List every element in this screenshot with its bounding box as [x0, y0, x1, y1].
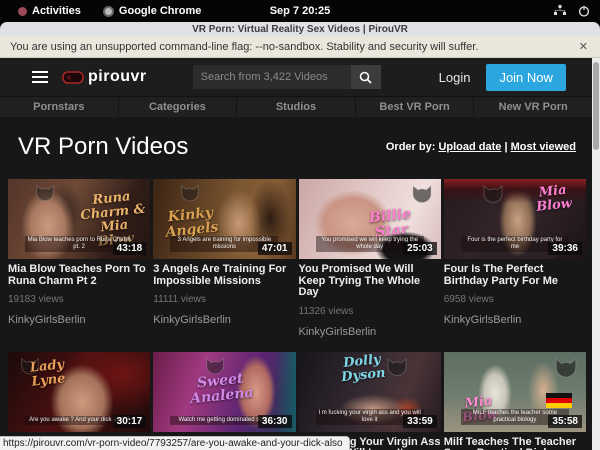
login-link[interactable]: Login — [439, 70, 471, 85]
duration-badge: 36:30 — [258, 415, 292, 428]
page-title: VR Porn Videos — [18, 133, 188, 161]
video-thumbnail[interactable]: Mia Blow Four is the perfect birthday pa… — [444, 179, 586, 259]
nav-item-studios[interactable]: Studios — [237, 97, 356, 117]
nav-item-new-vr-porn[interactable]: New VR Porn — [474, 97, 592, 117]
duration-badge: 47:01 — [258, 242, 292, 255]
activities-button[interactable]: Activities — [10, 0, 89, 22]
desktop: Activities Google Chrome Sep 7 20:25 VR … — [0, 0, 600, 450]
video-thumbnail[interactable]: Runa Charm & Mia Blow Mia Blow teaches p… — [8, 179, 150, 259]
warning-text: You are using an unsupported command-lin… — [10, 41, 478, 53]
status-url-bubble: https://pirouvr.com/vr-porn-video/779325… — [0, 436, 350, 450]
duration-badge: 30:17 — [113, 415, 147, 428]
duration-badge: 43:18 — [113, 242, 147, 255]
warning-infobar: You are using an unsupported command-lin… — [0, 36, 600, 58]
join-now-button[interactable]: Join Now — [486, 64, 565, 91]
duration-badge: 25:03 — [403, 242, 437, 255]
logo-text: pirouvr — [88, 68, 147, 86]
thumbnail-model-name: Lady Lyne — [17, 356, 79, 390]
video-title[interactable]: Four Is The Perfect Birthday Party For M… — [444, 264, 586, 287]
search-bar — [193, 65, 381, 89]
video-card: Mia Blow Four is the perfect birthday pa… — [444, 179, 586, 338]
order-by: Order by: Upload date | Most viewed — [386, 141, 576, 153]
cat-logo-icon — [410, 183, 434, 207]
video-thumbnail[interactable]: Sweet Analena Watch me getting dominated… — [153, 352, 295, 432]
view-count: 19183 views — [8, 294, 150, 305]
search-icon — [359, 71, 372, 84]
order-upload-date-link[interactable]: Upload date — [438, 141, 501, 153]
system-top-bar: Activities Google Chrome Sep 7 20:25 — [0, 0, 600, 22]
duration-badge: 33:59 — [403, 415, 437, 428]
thumbnail-model-name: Dolly Dyson — [328, 352, 396, 387]
duration-badge: 39:36 — [548, 242, 582, 255]
chrome-icon — [103, 6, 114, 17]
tab-title: VR Porn: Virtual Reality Sex Videos | Pi… — [192, 24, 408, 35]
studio-link[interactable]: KinkyGirlsBerlin — [299, 326, 441, 338]
cat-logo-icon — [481, 183, 505, 207]
studio-link[interactable]: KinkyGirlsBerlin — [153, 314, 295, 326]
cat-logo-icon — [179, 183, 201, 205]
video-card: Runa Charm & Mia Blow Mia Blow teaches p… — [8, 179, 150, 338]
thumbnail-model-name: Sweet Analena — [186, 370, 257, 407]
video-card: Mia Blow MILF teaches the teacher some p… — [444, 352, 586, 450]
main-nav: Pornstars Categories Studios Best VR Por… — [0, 96, 592, 117]
video-title[interactable]: 3 Angels Are Training For Impossible Mis… — [153, 264, 295, 287]
app-menu-button[interactable]: Google Chrome — [95, 0, 210, 22]
view-count: 6958 views — [444, 294, 586, 305]
web-content: pirouvr Login Join Now Pornstars Categor… — [0, 58, 592, 450]
video-grid: Runa Charm & Mia Blow Mia Blow teaches p… — [0, 161, 592, 450]
order-separator: | — [504, 141, 507, 153]
video-card: Kinky Angels 3 Angels are training for i… — [153, 179, 295, 338]
hamburger-menu-icon[interactable] — [32, 68, 48, 86]
app-name-label: Google Chrome — [119, 5, 202, 17]
studio-link[interactable]: KinkyGirlsBerlin — [8, 314, 150, 326]
nav-item-best-vr-porn[interactable]: Best VR Porn — [356, 97, 475, 117]
nav-item-categories[interactable]: Categories — [119, 97, 238, 117]
thumbnail-model-name: Mia Blow — [524, 182, 584, 216]
site-logo[interactable]: pirouvr — [62, 68, 147, 86]
distro-icon — [18, 7, 27, 16]
browser-titlebar[interactable]: VR Porn: Virtual Reality Sex Videos | Pi… — [0, 22, 600, 36]
studio-link[interactable]: KinkyGirlsBerlin — [444, 314, 586, 326]
cat-logo-icon — [34, 183, 56, 205]
video-card: Billie Star You promised we will keep tr… — [299, 179, 441, 338]
search-input[interactable] — [193, 65, 351, 89]
video-title[interactable]: Milf Teaches The Teacher Some Practical … — [444, 437, 586, 450]
order-by-label: Order by: — [386, 141, 436, 153]
video-thumbnail[interactable]: Kinky Angels 3 Angels are training for i… — [153, 179, 295, 259]
german-flag — [546, 393, 572, 408]
network-icon[interactable] — [554, 5, 566, 17]
video-thumbnail[interactable]: Lady Lyne Are you awake ? And your dick … — [8, 352, 150, 432]
close-icon[interactable]: ✕ — [579, 40, 588, 53]
page-heading-row: VR Porn Videos Order by: Upload date | M… — [0, 117, 592, 161]
duration-badge: 35:58 — [548, 415, 582, 428]
nav-item-pornstars[interactable]: Pornstars — [0, 97, 119, 117]
video-title[interactable]: Mia Blow Teaches Porn To Runa Charm Pt 2 — [8, 264, 150, 287]
vertical-scrollbar[interactable] — [592, 58, 600, 450]
site-header: pirouvr Login Join Now — [0, 58, 592, 96]
activities-label: Activities — [32, 5, 81, 17]
view-count: 11111 views — [153, 294, 295, 305]
vr-headset-icon — [62, 71, 84, 84]
view-count: 11326 views — [299, 306, 441, 317]
video-thumbnail[interactable]: Dolly Dyson I m fucking your virgin ass … — [299, 352, 441, 432]
video-title[interactable]: You Promised We Will Keep Trying The Who… — [299, 264, 441, 299]
order-most-viewed-link[interactable]: Most viewed — [511, 141, 576, 153]
power-icon[interactable] — [578, 5, 590, 17]
search-button[interactable] — [351, 65, 381, 89]
scrollbar-thumb[interactable] — [593, 62, 599, 150]
video-thumbnail[interactable]: Billie Star You promised we will keep tr… — [299, 179, 441, 259]
video-thumbnail[interactable]: Mia Blow MILF teaches the teacher some p… — [444, 352, 586, 432]
cat-logo-icon — [553, 356, 579, 382]
